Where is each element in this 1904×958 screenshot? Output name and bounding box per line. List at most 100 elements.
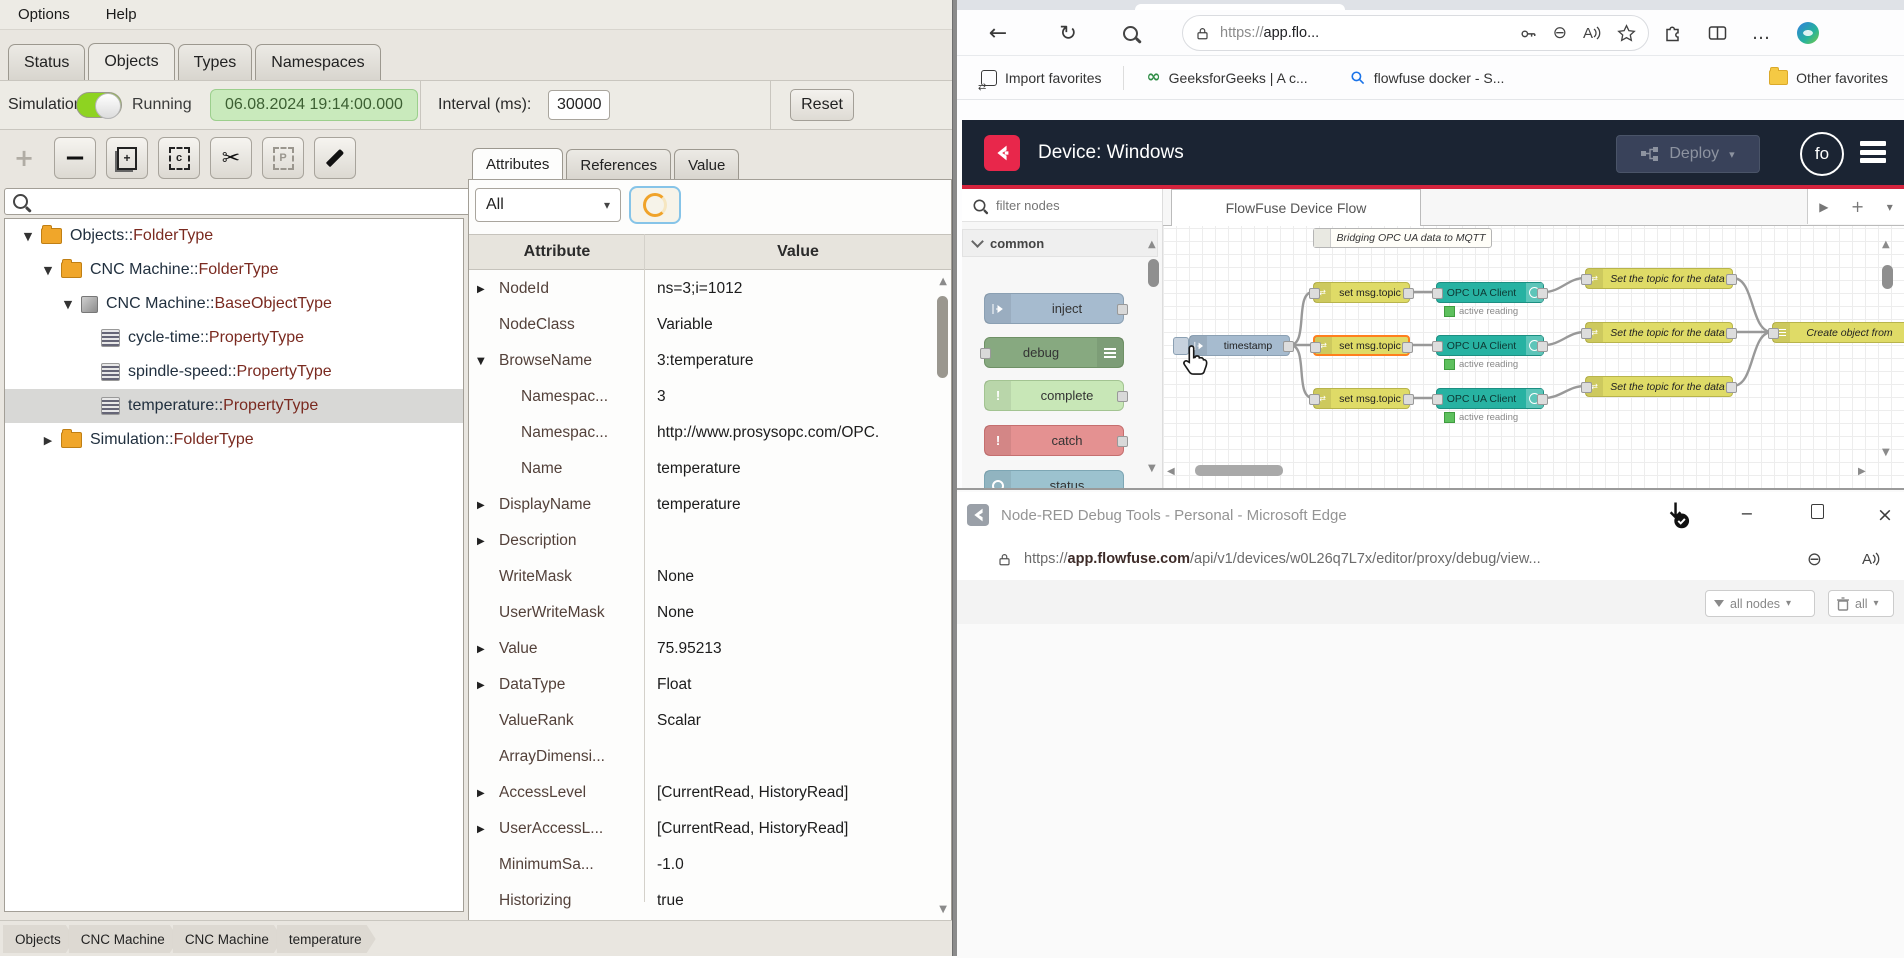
refresh-attributes-button[interactable] [629,186,681,224]
caret-icon[interactable]: ▼ [21,230,35,243]
table-row[interactable]: Namespac...3 [469,379,929,415]
opcua-client-node-3[interactable]: OPC UA Client [1436,388,1544,409]
node-port-in[interactable] [1432,288,1443,299]
tree-item-simulation[interactable]: ▶ Simulation::FolderType [5,423,463,457]
maximize-button[interactable] [1802,504,1832,524]
table-row[interactable]: ▶DisplayNametemperature [469,487,929,523]
expand-icon[interactable]: ▶ [469,644,499,655]
table-row[interactable]: ▶NodeIdns=3;i=1012 [469,271,929,307]
tab-attributes[interactable]: Attributes [472,148,563,181]
read-aloud-icon[interactable]: A [1862,551,1880,568]
caret-icon[interactable]: ▶ [41,434,55,447]
table-row[interactable]: ▶AccessLevel[CurrentRead, HistoryRead] [469,775,929,811]
palette-search[interactable] [962,189,1163,222]
palette-node-inject[interactable]: inject [984,293,1124,324]
node-port-out[interactable] [1726,274,1737,285]
key-icon[interactable] [1519,24,1537,42]
caret-icon[interactable]: ▼ [61,298,75,311]
table-row[interactable]: ▶Description [469,523,929,559]
table-row[interactable]: ▶UserAccessL...[CurrentRead, HistoryRead… [469,811,929,847]
node-port-out[interactable] [1537,341,1548,352]
menu-options[interactable]: Options [18,6,70,23]
tab-namespaces[interactable]: Namespaces [255,44,380,80]
menu-hamburger-icon[interactable] [1860,141,1886,163]
other-favorites[interactable]: Other favorites [1759,70,1898,86]
address-bar[interactable]: https://app.flo... ⊖ A [1182,15,1649,51]
zoom-out-icon[interactable]: ⊖ [1553,23,1567,43]
create-object-node[interactable]: Create object from [1772,322,1904,343]
table-row[interactable]: Historizingtrue [469,883,929,919]
user-avatar[interactable]: fo [1800,132,1844,176]
deploy-caret-icon[interactable]: ▾ [1729,148,1735,161]
minimize-button[interactable]: − [1732,504,1762,523]
close-button[interactable]: × [1870,504,1900,526]
node-port-in[interactable] [1581,274,1592,285]
canvas-scroll-down-icon[interactable]: ▼ [1882,447,1890,458]
canvas-scroll-up-icon[interactable]: ▲ [1882,239,1890,250]
topic-node-3[interactable]: ⇄ Set the topic for the data [1585,376,1733,397]
flow-workspace[interactable]: Bridging OPC UA data to MQTT timestamp ⇄… [1163,225,1904,488]
palette-node-debug[interactable]: debug [984,337,1124,368]
node-port-out[interactable] [1283,341,1294,352]
tree-item-cnc-object[interactable]: ▼ CNC Machine::BaseObjectType [5,287,463,321]
simulation-toggle[interactable] [76,92,122,118]
node-port-in[interactable] [1768,328,1779,339]
tree-item-cycle-time[interactable]: cycle-time::PropertyType [5,321,463,355]
change-node-2-selected[interactable]: ⇄ set msg.topic [1313,335,1410,356]
table-row[interactable]: MinimumSa...-1.0 [469,847,929,883]
remove-node-button[interactable]: − [54,137,96,179]
tab-types[interactable]: Types [178,44,253,80]
copilot-icon[interactable] [1795,20,1821,46]
deploy-button[interactable]: Deploy ▾ [1616,135,1760,173]
change-node-3[interactable]: ⇄ set msg.topic [1313,388,1410,409]
duplicate-button[interactable]: + [106,137,148,179]
node-port-out[interactable] [1726,328,1737,339]
palette-category-common[interactable]: common [962,229,1158,257]
table-row[interactable]: NodeClassVariable [469,307,929,343]
back-button[interactable]: ← [981,16,1015,50]
palette-filter-input[interactable] [994,197,1128,214]
table-row[interactable]: ValueRankScalar [469,703,929,739]
comment-node[interactable]: Bridging OPC UA data to MQTT [1313,228,1492,248]
paste-button[interactable]: P [262,137,304,179]
expand-icon[interactable]: ▶ [469,500,499,511]
scroll-down-icon[interactable]: ▼ [939,904,947,915]
expand-icon[interactable]: ▼ [469,356,499,367]
canvas-vscrollbar-thumb[interactable] [1882,265,1893,289]
node-port-out[interactable] [1403,394,1414,405]
tab-objects[interactable]: Objects [88,43,174,81]
node-port-out[interactable] [1403,288,1414,299]
extensions-icon[interactable] [1663,23,1683,43]
menu-help[interactable]: Help [106,6,137,23]
change-node-1[interactable]: ⇄ set msg.topic [1313,282,1410,303]
flow-canvas[interactable]: FlowFuse Device Flow ▶ + ▾ [1163,189,1904,488]
canvas-scroll-right-icon[interactable]: ▶ [1858,466,1866,477]
favorite-star-icon[interactable] [1617,24,1636,43]
node-port-out[interactable] [1537,288,1548,299]
caret-icon[interactable]: ▼ [41,264,55,277]
tree-item-spindle-speed[interactable]: spindle-speed::PropertyType [5,355,463,389]
debug-clear-button[interactable]: all ▾ [1828,590,1894,617]
node-port-in[interactable] [1432,341,1443,352]
attribute-filter-dropdown[interactable]: All ▾ [475,188,621,222]
node-port-out[interactable] [1726,382,1737,393]
canvas-scroll-left-icon[interactable]: ◀ [1167,466,1175,477]
scroll-up-icon[interactable]: ▲ [939,276,947,287]
inject-trigger-button[interactable] [1173,337,1189,355]
table-row[interactable]: Namespac...http://www.prosysopc.com/OPC. [469,415,929,451]
node-port-in[interactable] [1581,382,1592,393]
flow-list-icon[interactable]: ▾ [1887,200,1893,214]
interval-input[interactable]: 30000 [548,90,610,120]
bookmark-import-favorites[interactable]: ⇄ Import favorites [971,70,1111,86]
tab-value[interactable]: Value [674,149,739,180]
breadcrumb-cnc-machine-2[interactable]: CNC Machine [173,925,283,953]
table-row[interactable]: ArrayDimensi... [469,739,929,775]
add-node-button[interactable]: + [4,138,44,178]
inject-node-timestamp[interactable]: timestamp [1189,335,1290,356]
topic-node-1[interactable]: ⇄ Set the topic for the data [1585,268,1733,289]
node-port-in[interactable] [1310,342,1321,353]
debug-filter-button[interactable]: all nodes ▾ [1705,590,1815,617]
expand-icon[interactable]: ▶ [469,788,499,799]
expand-icon[interactable]: ▶ [469,284,499,295]
settings-more-icon[interactable]: … [1752,23,1771,44]
